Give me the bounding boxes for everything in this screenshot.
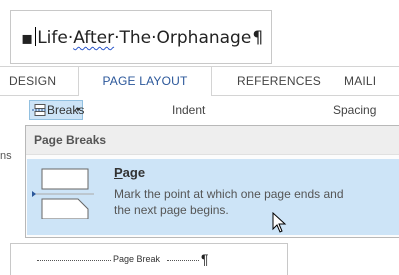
ribbon-tab-bar: DESIGN PAGE LAYOUT REFERENCES MAILI [0,66,399,97]
tab-design[interactable]: DESIGN [9,67,56,96]
breaks-icon [32,104,46,116]
menu-item-page-break[interactable]: Page Mark the point at which one page en… [27,159,399,235]
page-break-label: Page Break [111,254,163,264]
document-text-line[interactable]: ▪ Life·After·The·Orphanage¶ [21,27,263,49]
spacing-label: Spacing [333,103,377,117]
tab-mailings[interactable]: MAILI [344,67,376,96]
page-break-icon [32,168,94,219]
pilcrow-mark: ¶ [201,251,209,267]
indent-label: Indent [172,103,206,117]
doc-text-part1: Life· [37,28,74,48]
menu-item-title: Page [114,165,146,180]
document-snippet-bottom: Page Break ¶ [10,243,288,275]
mouse-pointer-icon [272,212,287,233]
chevron-down-icon: ▾ [76,105,81,114]
tab-references[interactable]: REFERENCES [237,67,321,96]
doc-text-part2: ·The·Orphanage [114,28,252,48]
paragraph-bullet: ▪ [21,28,34,49]
pilcrow-mark: ¶ [252,28,264,48]
breaks-dropdown-menu: Page Breaks Page Mark the point at which… [25,125,399,238]
page-break-dotted-line [167,260,199,261]
document-snippet-top: ▪ Life·After·The·Orphanage¶ [10,10,272,64]
ribbon-label-partial: ns [0,150,12,162]
page-breaks-header: Page Breaks [26,126,399,155]
ribbon-body: Breaks ▾ Indent Spacing [0,96,399,124]
tab-page-layout[interactable]: PAGE LAYOUT [78,67,212,97]
menu-item-description: Mark the point at which one page ends an… [114,187,344,217]
breaks-button[interactable]: Breaks ▾ [29,100,84,120]
doc-text-misspelled: After [73,28,115,48]
